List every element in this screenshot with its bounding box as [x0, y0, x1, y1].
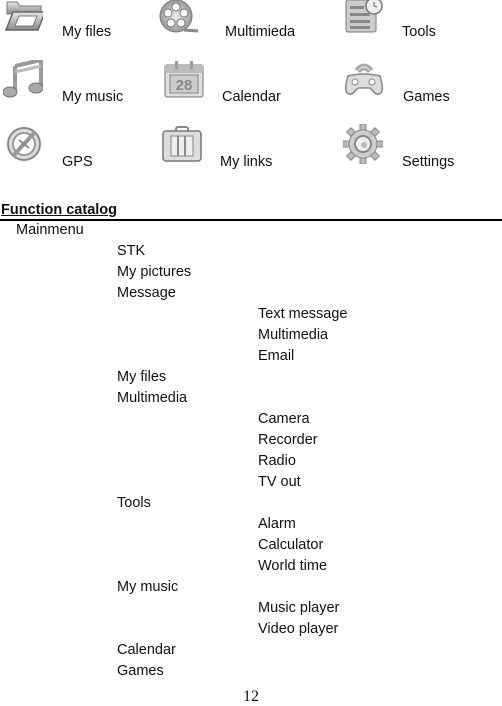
tree-item-level-2: Recorder [258, 432, 318, 448]
page-number: 12 [243, 688, 259, 705]
gear-icon[interactable] [342, 123, 384, 165]
tree-item-level-2: Camera [258, 411, 310, 427]
grid-label-my-music[interactable]: My music [62, 89, 123, 105]
grid-label-gps[interactable]: GPS [62, 154, 93, 170]
tree-item-level-2: Video player [258, 621, 339, 637]
gamepad-icon[interactable] [344, 58, 384, 98]
grid-label-calendar[interactable]: Calendar [222, 89, 281, 105]
tree-item-level-1: My files [117, 369, 167, 385]
film-reel-icon[interactable] [158, 0, 199, 40]
calendar-day: 28 [176, 77, 193, 94]
tree-item-level-1: Message [117, 285, 176, 301]
tree-item-level-1: STK [117, 243, 146, 259]
grid-label-tools[interactable]: Tools [402, 24, 436, 40]
tree-item-level-2: Radio [258, 453, 296, 469]
tree-item-level-1: Tools [117, 495, 151, 511]
heading-text: Function catalog [1, 202, 117, 218]
briefcase-icon[interactable] [162, 126, 202, 166]
function-catalog-heading: Function catalog [0, 202, 502, 221]
tools-clock-icon[interactable] [344, 0, 384, 40]
grid-label-my-links[interactable]: My links [220, 154, 272, 170]
tree-item-level-2: Email [258, 348, 295, 364]
grid-label-my-files[interactable]: My files [62, 24, 111, 40]
grid-label-settings[interactable]: Settings [402, 154, 454, 170]
tree-item-level-2: Multimedia [258, 327, 329, 343]
music-note-icon[interactable] [2, 57, 44, 100]
tree-item-level-2: TV out [258, 474, 301, 490]
tree-item-level-1: Multimedia [117, 390, 188, 406]
grid-label-games[interactable]: Games [403, 89, 450, 105]
tree-root: Mainmenu [16, 222, 84, 238]
tree-item-level-2: Text message [258, 306, 348, 322]
tree-item-level-2: World time [258, 558, 328, 574]
tree-item-level-1: Games [117, 663, 164, 679]
tree-item-level-1: My music [117, 579, 179, 595]
tree-item-level-2: Calculator [258, 537, 324, 553]
tree-item-level-1: My pictures [117, 264, 192, 280]
grid-label-multimedia[interactable]: Multimieda [225, 24, 295, 40]
calendar-icon[interactable]: 28 [164, 60, 204, 100]
compass-icon[interactable] [5, 126, 45, 166]
tree-item-level-1: Calendar [117, 642, 176, 658]
tree-item-level-2: Music player [258, 600, 340, 616]
folder-icon[interactable] [3, 0, 47, 40]
tree-item-level-2: Alarm [258, 516, 296, 532]
